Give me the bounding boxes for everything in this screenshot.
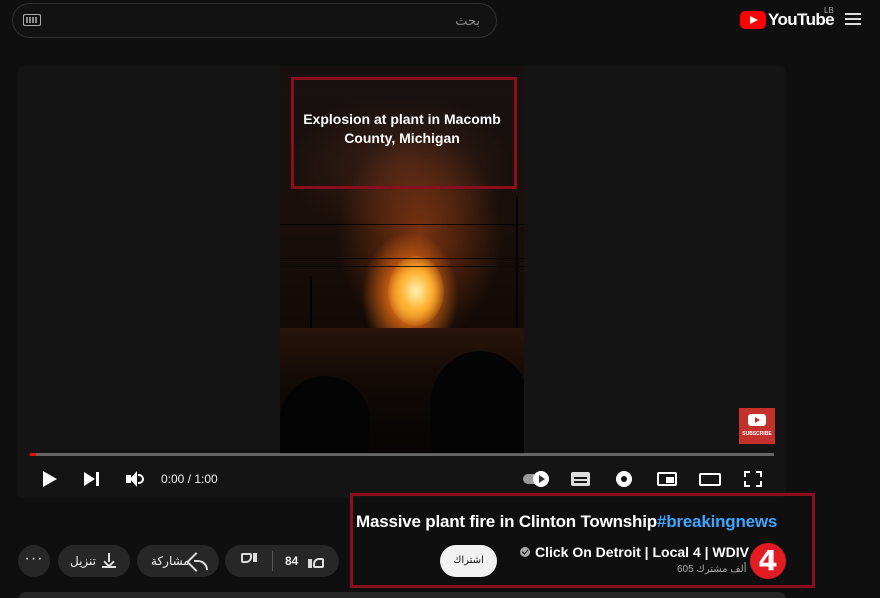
video-title: Massive plant fire in Clinton Township#b… xyxy=(356,512,777,532)
like-icon[interactable] xyxy=(308,553,325,569)
person-silhouette xyxy=(430,351,524,454)
hashtag-link[interactable]: #breakingnews xyxy=(657,512,777,531)
watermark-label: SUBSCRIBE xyxy=(742,431,772,437)
search-input[interactable]: بحث xyxy=(12,3,497,38)
next-icon[interactable] xyxy=(78,466,104,492)
video-player[interactable]: Explosion at plant in Macomb County, Mic… xyxy=(18,66,786,498)
channel-name[interactable]: Click On Detroit | Local 4 | WDIV xyxy=(520,544,749,560)
video-frame[interactable]: Explosion at plant in Macomb County, Mic… xyxy=(280,66,524,454)
miniplayer-icon[interactable] xyxy=(654,466,680,492)
autoplay-toggle-icon[interactable] xyxy=(521,466,549,492)
progress-fill xyxy=(30,453,36,456)
subscribe-watermark[interactable]: SUBSCRIBE xyxy=(739,408,775,444)
video-title-text: Massive plant fire in Clinton Township xyxy=(356,512,657,531)
download-icon xyxy=(102,553,116,568)
player-controls: 0:00 / 1:00 xyxy=(18,462,786,498)
channel-name-text: Click On Detroit | Local 4 | WDIV xyxy=(535,544,749,560)
download-button[interactable]: تنزيل xyxy=(58,545,130,577)
subscriber-count: 605 ألف مشترك xyxy=(677,564,747,575)
description-box[interactable] xyxy=(18,592,786,598)
settings-gear-icon[interactable] xyxy=(611,466,637,492)
youtube-logo-icon xyxy=(740,11,766,29)
subscribe-button[interactable]: اشتراك xyxy=(440,545,497,577)
power-line xyxy=(280,258,524,259)
power-line xyxy=(280,266,524,267)
time-display: 0:00 / 1:00 xyxy=(161,472,218,486)
like-divider xyxy=(272,551,273,571)
power-line xyxy=(280,224,524,225)
theater-mode-icon[interactable] xyxy=(697,466,723,492)
like-count[interactable]: 84 xyxy=(285,554,298,568)
play-icon[interactable] xyxy=(36,466,62,492)
more-actions-button[interactable]: ··· xyxy=(18,545,50,577)
subtitles-icon[interactable] xyxy=(568,466,594,492)
youtube-watermark-icon xyxy=(748,414,766,426)
video-caption: Explosion at plant in Macomb County, Mic… xyxy=(303,111,501,146)
dislike-icon[interactable] xyxy=(241,553,258,569)
channel-avatar[interactable]: 4 xyxy=(750,543,786,579)
fullscreen-icon[interactable] xyxy=(740,466,766,492)
country-code: LB xyxy=(824,6,834,15)
masthead: بحث YouTube LB xyxy=(0,0,880,40)
menu-icon[interactable] xyxy=(845,13,861,25)
youtube-logo[interactable]: YouTube xyxy=(740,9,835,31)
share-icon xyxy=(187,552,209,570)
search-placeholder: بحث xyxy=(455,13,480,28)
progress-bar[interactable] xyxy=(30,453,774,456)
like-dislike-group: 84 xyxy=(225,545,339,577)
share-button[interactable]: مشاركة xyxy=(137,545,219,577)
download-label: تنزيل xyxy=(70,554,97,568)
verified-icon xyxy=(520,547,530,557)
utility-pole xyxy=(516,196,518,336)
volume-icon[interactable] xyxy=(121,466,147,492)
keyboard-icon[interactable] xyxy=(23,14,41,26)
share-label: مشاركة xyxy=(151,554,190,568)
utility-pole xyxy=(310,276,312,336)
